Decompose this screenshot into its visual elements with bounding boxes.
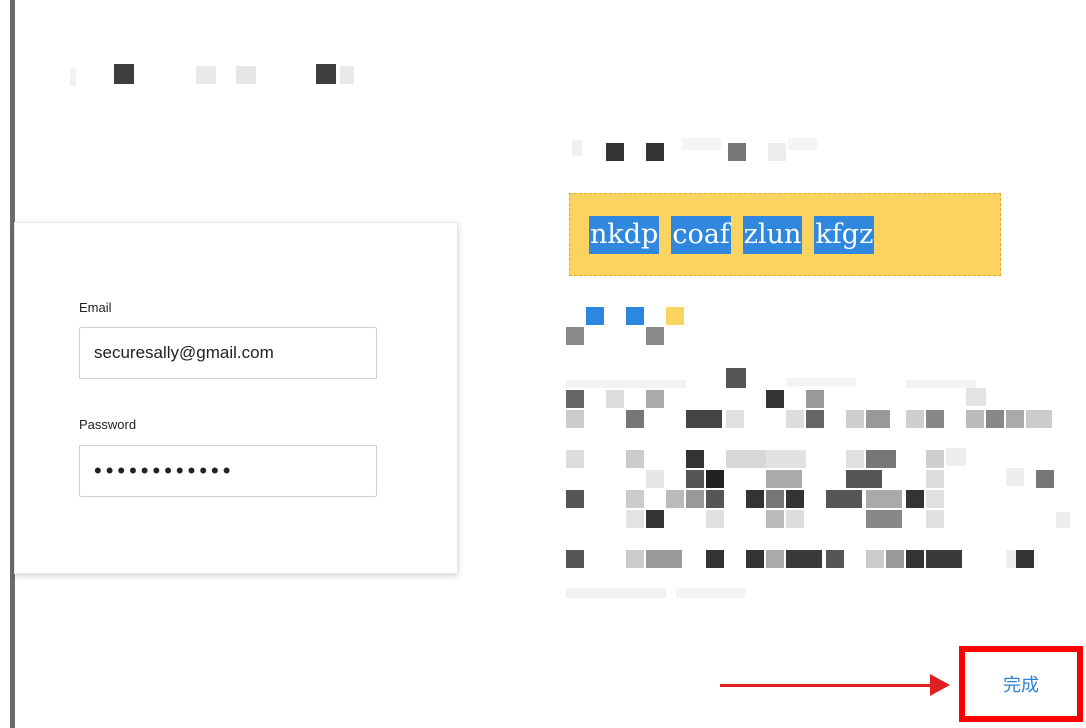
email-field[interactable]: securesally@gmail.com [79, 327, 377, 379]
recovery-key-word: kfgz [814, 215, 875, 254]
email-value: securesally@gmail.com [94, 343, 274, 362]
annotation-highlight-frame: 完成 [959, 646, 1083, 722]
password-value: •••••••••••• [94, 458, 235, 483]
login-card: Email securesally@gmail.com Password •••… [14, 222, 458, 574]
recovery-key-word: nkdp [589, 215, 660, 254]
screenshot-canvas: Email securesally@gmail.com Password •••… [0, 0, 1086, 728]
recovery-key-word: coaf [671, 215, 731, 254]
password-field[interactable]: •••••••••••• [79, 445, 377, 497]
password-label: Password [79, 417, 137, 432]
annotation-arrow-line [720, 684, 934, 687]
recovery-key-banner: nkdp coaf zlun kfgz [569, 193, 1001, 276]
recovery-key-word: zlun [742, 215, 803, 254]
annotation-arrow-head-icon [930, 674, 950, 696]
done-button[interactable]: 完成 [997, 670, 1045, 698]
email-label: Email [79, 300, 112, 315]
